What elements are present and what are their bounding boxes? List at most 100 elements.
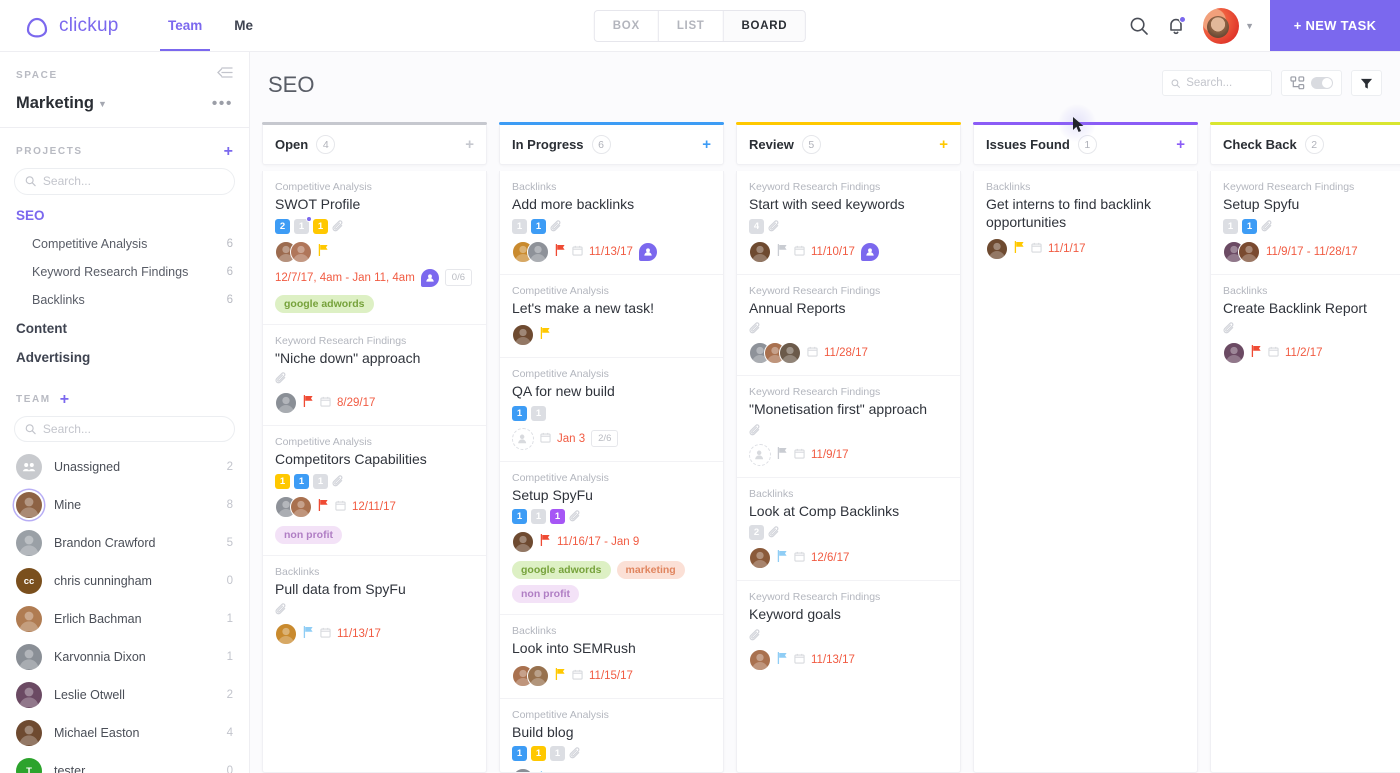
task-card[interactable]: Keyword Research Findings Start with seed… (737, 171, 960, 275)
task-card[interactable]: Competitive Analysis Setup SpyFu 1 1 1 11/16/… (500, 462, 723, 615)
task-card[interactable]: Keyword Research Findings Keyword goals 11… (737, 581, 960, 682)
brand-logo-area[interactable]: clickup (0, 0, 140, 51)
team-member-row[interactable]: Erlich Bachman 1 (0, 600, 249, 638)
task-badge[interactable]: 1 (1242, 218, 1257, 234)
task-due-date[interactable]: 12/7/17, 4am - Jan 11, 4am (275, 272, 415, 284)
view-btn-box[interactable]: BOX (595, 11, 659, 41)
projects-search[interactable] (14, 167, 235, 195)
assignee-avatars[interactable] (512, 664, 549, 687)
task-badge[interactable]: 1 (512, 509, 527, 524)
projects-search-input[interactable] (42, 174, 224, 189)
task-card[interactable]: Keyword Research Findings Annual Reports 1… (737, 275, 960, 376)
board-search-input[interactable] (1186, 77, 1263, 89)
task-badge[interactable]: 1 (550, 746, 565, 761)
assignee-avatars[interactable] (749, 240, 771, 263)
task-badge[interactable]: 1 (512, 218, 527, 234)
team-member-row[interactable]: cc chris cunningham 0 (0, 562, 249, 600)
task-due-date[interactable]: 11/10/17 (811, 246, 855, 258)
team-member-row[interactable]: Mine 8 (0, 486, 249, 524)
assignee-avatars[interactable] (275, 495, 312, 518)
priority-flag[interactable] (777, 446, 788, 464)
task-badge[interactable]: 1 (313, 218, 328, 234)
subtask-toggle-button[interactable] (1281, 70, 1342, 96)
priority-flag[interactable] (540, 326, 551, 344)
team-member-row[interactable]: Ttester 0 (0, 752, 249, 773)
task-tag[interactable]: marketing (616, 561, 685, 579)
task-card[interactable]: Backlinks Look into SEMRush 11/15/17 (500, 615, 723, 699)
task-due-date[interactable]: 11/13/17 (589, 246, 633, 258)
task-badge[interactable]: 2 (749, 525, 764, 540)
sidebar-project-advertising[interactable]: Advertising (0, 343, 249, 372)
task-due-date[interactable]: 11/15/17 (589, 670, 633, 682)
task-badge[interactable]: 1 (294, 215, 312, 234)
task-due-date[interactable]: 12/6/17 (811, 552, 849, 564)
team-search[interactable] (14, 415, 235, 443)
task-badge[interactable]: 1 (550, 509, 565, 524)
task-badge[interactable]: 1 (531, 509, 546, 524)
assignee-avatars[interactable] (749, 547, 771, 569)
sidebar-project-competitive-analysis[interactable]: Competitive Analysis 6 (0, 230, 249, 258)
task-tag[interactable]: non profit (512, 585, 579, 603)
team-member-row[interactable]: Leslie Otwell 2 (0, 676, 249, 714)
task-card[interactable]: Keyword Research Findings "Monetisation f… (737, 376, 960, 478)
task-due-date[interactable]: 11/13/17 (811, 654, 855, 666)
assignee-avatars[interactable] (512, 531, 534, 553)
view-btn-list[interactable]: LIST (659, 11, 724, 41)
task-card[interactable]: Backlinks Add more backlinks 1 1 11/13/17 (500, 171, 723, 275)
sidebar-project-seo[interactable]: SEO (0, 201, 249, 230)
sidebar-project-content[interactable]: Content (0, 314, 249, 343)
task-due-date[interactable]: 11/16/17 - Jan 9 (557, 536, 639, 548)
assignee-placeholder-icon[interactable] (749, 443, 771, 466)
task-badge[interactable]: 1 (531, 218, 546, 234)
collapse-sidebar-icon[interactable] (217, 66, 233, 84)
team-member-row[interactable]: Michael Easton 4 (0, 714, 249, 752)
task-due-date[interactable]: 11/9/17 (811, 449, 849, 461)
task-due-date[interactable]: Jan 3 (557, 433, 585, 445)
add-project-icon[interactable]: + (224, 143, 233, 160)
task-tag[interactable]: non profit (275, 525, 342, 544)
priority-flag[interactable] (777, 549, 788, 567)
assignee-avatars[interactable] (1223, 342, 1245, 364)
task-badge[interactable]: 1 (1223, 218, 1238, 234)
assignee-avatars[interactable] (512, 324, 534, 346)
task-card[interactable]: Backlinks Look at Comp Backlinks 2 12/6/17 (737, 478, 960, 581)
assignee-placeholder-icon[interactable] (512, 427, 534, 450)
priority-flag[interactable] (555, 243, 566, 261)
task-badge[interactable]: 2 (275, 218, 290, 234)
task-due-date[interactable]: 12/11/17 (352, 501, 396, 513)
task-due-date[interactable]: 11/2/17 (1285, 347, 1323, 359)
task-badge[interactable]: 1 (313, 473, 328, 489)
team-search-input[interactable] (42, 421, 224, 436)
task-due-date[interactable]: 11/28/17 (824, 347, 868, 359)
task-badge[interactable]: 1 (294, 473, 309, 489)
team-member-row[interactable]: Karvonnia Dixon 1 (0, 638, 249, 676)
top-nav-item-team[interactable]: Team (152, 0, 218, 51)
add-team-member-icon[interactable]: + (60, 391, 69, 408)
assign-user-icon[interactable] (638, 242, 657, 261)
priority-flag[interactable] (540, 533, 551, 551)
priority-flag[interactable] (777, 651, 788, 669)
task-card[interactable]: Competitive Analysis Competitors Capabili… (263, 426, 486, 556)
assignee-avatars[interactable] (512, 768, 534, 772)
task-due-date[interactable]: 8/29/17 (337, 397, 375, 409)
task-due-date[interactable]: 11/13/17 (337, 628, 381, 640)
view-btn-board[interactable]: BOARD (723, 11, 806, 41)
assignee-avatars[interactable] (275, 623, 297, 645)
task-card[interactable]: Keyword Research Findings Setup Spyfu 1 1 11… (1211, 171, 1400, 275)
priority-flag[interactable] (318, 243, 329, 261)
assignee-avatars[interactable] (512, 240, 549, 263)
assign-user-icon[interactable] (420, 268, 439, 287)
task-badge[interactable]: 1 (512, 746, 527, 761)
task-card[interactable]: Competitive Analysis QA for new build 1 1 Ja… (500, 358, 723, 462)
team-member-row[interactable]: Brandon Crawford 5 (0, 524, 249, 562)
priority-flag[interactable] (1251, 344, 1262, 362)
assignee-avatars[interactable] (275, 392, 297, 414)
task-card[interactable]: Competitive Analysis Build blog 1 1 1 12/10/1… (500, 699, 723, 772)
new-task-button[interactable]: + NEW TASK (1270, 0, 1400, 51)
task-card[interactable]: Backlinks Create Backlink Report 11/2/17 (1211, 275, 1400, 376)
task-card[interactable]: Competitive Analysis SWOT Profile 2 1 1 12/7/… (263, 171, 486, 325)
search-icon[interactable] (1129, 16, 1149, 36)
assign-user-icon[interactable] (860, 242, 879, 261)
assignee-avatars[interactable] (275, 240, 312, 263)
add-task-to-column-icon[interactable]: + (939, 137, 948, 152)
